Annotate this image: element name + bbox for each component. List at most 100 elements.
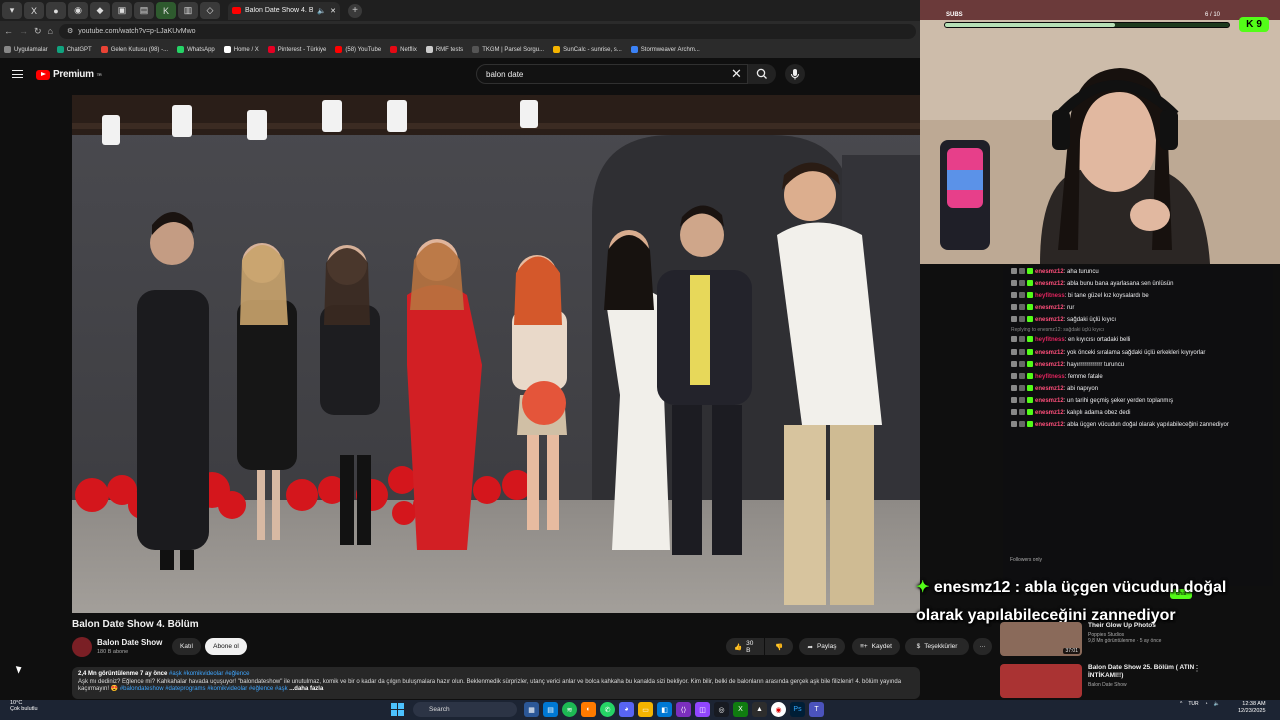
file-explorer-icon[interactable]: ▤ bbox=[543, 702, 558, 717]
wifi-icon[interactable]: ◔ bbox=[1205, 701, 1208, 707]
recommended-thumbnail[interactable]: 37:01 bbox=[1000, 622, 1082, 656]
recommended-video[interactable]: 37:01 Their Glow Up Photos Poppies Studi… bbox=[1000, 622, 1210, 656]
chrome-icon[interactable]: ◉ bbox=[771, 702, 786, 717]
chat-username[interactable]: heyfitness bbox=[1035, 337, 1065, 343]
chat-message[interactable]: enesmz12: kalıplı adama obez dedi bbox=[1003, 407, 1273, 419]
chat-message[interactable]: heyfitness: en kıyıcısı ortadaki belli bbox=[1003, 334, 1273, 346]
pinned-tab[interactable]: ● bbox=[46, 2, 66, 19]
language-indicator[interactable]: TUR bbox=[1188, 701, 1198, 707]
url-input[interactable]: ⚙ youtube.com/watch?v=p-LJaKUvMwo bbox=[58, 23, 916, 39]
back-icon[interactable]: ← bbox=[4, 26, 13, 36]
chat-message[interactable]: enesmz12: aha turuncu bbox=[1003, 266, 1273, 278]
bookmark-item[interactable]: Pinterest - Türkiye bbox=[267, 46, 326, 53]
bookmark-item[interactable]: WhatsApp bbox=[177, 46, 215, 53]
search-button[interactable] bbox=[748, 64, 776, 84]
clock[interactable]: 12:38 AM 12/23/2025 bbox=[1238, 701, 1266, 714]
discord-icon[interactable]: ◕ bbox=[619, 702, 634, 717]
menu-icon[interactable] bbox=[12, 70, 23, 78]
share-button[interactable]: ➦ Paylaş bbox=[799, 638, 845, 655]
weather-widget[interactable]: 10°C Çok bulutlu bbox=[10, 700, 38, 713]
chat-username[interactable]: heyfitness bbox=[1035, 374, 1065, 380]
spotify-icon[interactable]: ≋ bbox=[562, 702, 577, 717]
join-button[interactable]: Katıl bbox=[172, 638, 202, 655]
volume-icon[interactable]: 🔈 bbox=[1214, 701, 1220, 707]
reload-icon[interactable]: ↻ bbox=[34, 26, 42, 37]
chat-message[interactable]: heyfitness: femme fatale bbox=[1003, 371, 1273, 383]
app-icon[interactable]: ▲ bbox=[752, 702, 767, 717]
chat-username[interactable]: enesmz12 bbox=[1035, 422, 1064, 428]
forward-icon[interactable]: → bbox=[19, 26, 28, 36]
home-icon[interactable]: ⌂ bbox=[48, 26, 53, 36]
chat-message[interactable]: enesmz12: abi napıyon bbox=[1003, 383, 1273, 395]
steam-icon[interactable]: ◎ bbox=[714, 702, 729, 717]
vs-icon[interactable]: ⟨⟩ bbox=[676, 702, 691, 717]
bookmark-item[interactable]: Home / X bbox=[223, 46, 259, 53]
chat-message[interactable]: enesmz12: abla bunu bana ayarlasana sen … bbox=[1003, 278, 1273, 290]
start-button[interactable] bbox=[391, 703, 404, 716]
active-tab[interactable]: Balon Date Show 4. Bölüm 🔈 ✕ bbox=[228, 1, 340, 20]
save-button[interactable]: ≡+ Kaydet bbox=[852, 638, 900, 655]
tab-menu-icon[interactable]: ▾ bbox=[2, 2, 22, 19]
bookmark-item[interactable]: Uygulamalar bbox=[4, 46, 48, 53]
pinned-tab-x[interactable]: X bbox=[24, 2, 44, 19]
chat-message[interactable]: enesmz12: un tarihi geçmiş şeker yerden … bbox=[1003, 395, 1273, 407]
chat-username[interactable]: enesmz12 bbox=[1035, 410, 1064, 416]
chat-message[interactable]: enesmz12: rur bbox=[1003, 302, 1273, 314]
pinned-tab[interactable]: K bbox=[156, 2, 176, 19]
recommended-thumbnail[interactable] bbox=[1000, 664, 1082, 698]
chat-username[interactable]: enesmz12 bbox=[1035, 398, 1064, 404]
pinned-tab[interactable]: ▤ bbox=[134, 2, 154, 19]
bookmark-item[interactable]: ChatGPT bbox=[56, 46, 92, 53]
photoshop-icon[interactable]: Ps bbox=[790, 702, 805, 717]
taskbar-search[interactable]: Search bbox=[413, 702, 517, 717]
chat-username[interactable]: enesmz12 bbox=[1035, 317, 1064, 323]
youtube-logo[interactable]: Premium TR bbox=[36, 69, 102, 80]
bookmark-item[interactable]: TKGM | Parsel Sorgu... bbox=[472, 46, 544, 53]
channel-name[interactable]: Balon Date Show bbox=[97, 638, 162, 647]
video-description[interactable]: 2,4 Mn görüntülenme 7 ay önce #aşk #komi… bbox=[72, 667, 920, 699]
app-icon[interactable]: ◐ bbox=[581, 702, 596, 717]
description-tags-bottom[interactable]: #balondateshow #dateprograms #komikvideo… bbox=[120, 686, 288, 692]
chat-message[interactable]: enesmz12: abla üçgen vücudun doğal olara… bbox=[1003, 419, 1273, 431]
subscribe-button[interactable]: Abone ol bbox=[205, 638, 247, 655]
like-button[interactable]: 👍 30 B bbox=[726, 638, 764, 655]
speaker-icon[interactable]: 🔈 bbox=[317, 7, 326, 15]
chat-username[interactable]: enesmz12 bbox=[1035, 362, 1064, 368]
close-tab-icon[interactable]: ✕ bbox=[330, 7, 336, 15]
channel-avatar[interactable] bbox=[72, 637, 92, 657]
chat-username[interactable]: enesmz12 bbox=[1035, 386, 1064, 392]
video-player[interactable] bbox=[72, 95, 920, 613]
chat-message[interactable]: heyfitness: bi tane güzel kız koysalardı… bbox=[1003, 290, 1273, 302]
pinned-tab[interactable]: ▥ bbox=[178, 2, 198, 19]
new-tab-button[interactable]: + bbox=[348, 3, 362, 18]
dislike-button[interactable]: 👎 bbox=[765, 638, 793, 655]
thanks-button[interactable]: $ Teşekkürler bbox=[905, 638, 969, 655]
store-icon[interactable]: ◧ bbox=[657, 702, 672, 717]
more-options-icon[interactable]: ⋮ bbox=[1193, 664, 1201, 673]
teams-icon[interactable]: T bbox=[809, 702, 824, 717]
site-info-icon[interactable]: ⚙ bbox=[67, 27, 73, 35]
chat-username[interactable]: enesmz12 bbox=[1035, 350, 1064, 356]
chat-username[interactable]: enesmz12 bbox=[1035, 269, 1064, 275]
bookmark-item[interactable]: Netflix bbox=[390, 46, 417, 53]
bookmark-item[interactable]: (58) YouTube bbox=[335, 46, 381, 53]
bookmark-item[interactable]: SunCalc - sunrise, s... bbox=[553, 46, 622, 53]
pinned-tab[interactable]: ◉ bbox=[68, 2, 88, 19]
bookmark-item[interactable]: Stormweaver Archm... bbox=[630, 46, 700, 53]
pinned-tab[interactable]: ◇ bbox=[200, 2, 220, 19]
chat-message[interactable]: enesmz12: yok önceki sıralama sağdaki üç… bbox=[1003, 347, 1273, 359]
pinned-tab[interactable]: ◆ bbox=[90, 2, 110, 19]
excel-icon[interactable]: X bbox=[733, 702, 748, 717]
chat-username[interactable]: enesmz12 bbox=[1035, 305, 1064, 311]
recommended-video[interactable]: Balon Date Show 25. Bölüm ( ATIN İNTİKAM… bbox=[1000, 664, 1210, 698]
chat-message[interactable]: enesmz12: sağdaki üçlü kıyıcı bbox=[1003, 314, 1273, 326]
chat-message[interactable]: enesmz12: hayırrrrrrrrrrrr turuncu bbox=[1003, 359, 1273, 371]
pinned-tab[interactable]: ▣ bbox=[112, 2, 132, 19]
bookmark-item[interactable]: RMF tests bbox=[425, 46, 463, 53]
bookmark-item[interactable]: Gelen Kutusu (98) -... bbox=[100, 46, 168, 53]
whatsapp-icon[interactable]: ✆ bbox=[600, 702, 615, 717]
description-more[interactable]: ...daha fazla bbox=[289, 686, 323, 692]
chat-username[interactable]: enesmz12 bbox=[1035, 281, 1064, 287]
twitch-icon[interactable]: ◫ bbox=[695, 702, 710, 717]
description-tags-top[interactable]: #aşk #komikvideolar #eğlence bbox=[169, 671, 249, 677]
